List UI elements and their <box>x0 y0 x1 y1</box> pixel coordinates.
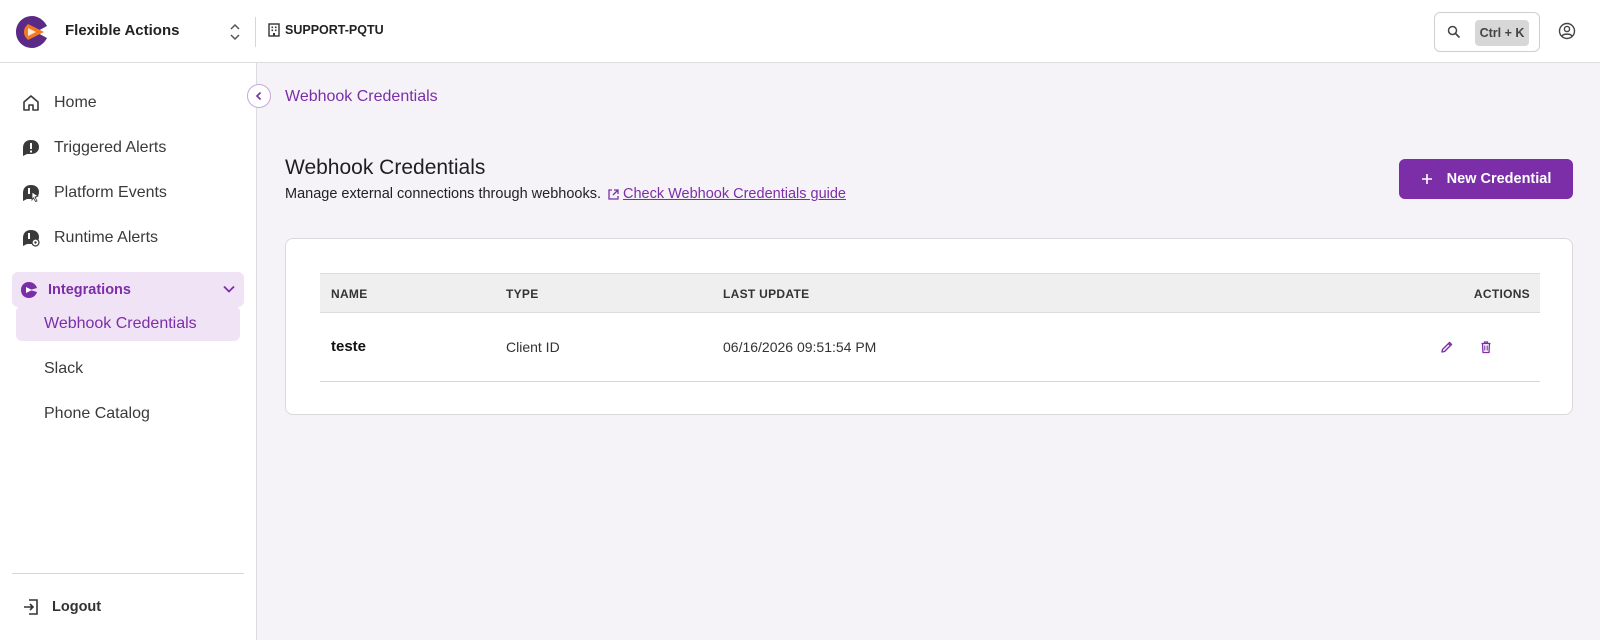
sidebar-divider <box>12 573 244 574</box>
app-name[interactable]: Flexible Actions <box>65 22 179 39</box>
sidebar-item-home[interactable]: Home <box>12 85 244 121</box>
edit-button[interactable] <box>1438 338 1456 356</box>
sidebar-item-phone-catalog[interactable]: Phone Catalog <box>16 396 240 431</box>
sidebar-item-label: Phone Catalog <box>44 404 150 422</box>
cell-name: teste <box>331 338 367 355</box>
trash-icon <box>1481 341 1491 354</box>
delete-button[interactable] <box>1477 338 1495 356</box>
column-header-name: NAME <box>331 287 368 301</box>
home-icon <box>20 92 42 114</box>
sidebar-item-label: Platform Events <box>54 184 167 201</box>
org-selector[interactable]: SUPPORT-PQTU <box>268 23 384 37</box>
sidebar-group-integrations[interactable]: Integrations <box>12 272 244 307</box>
sidebar-item-label: Triggered Alerts <box>54 139 167 156</box>
subtitle-text: Manage external connections through webh… <box>285 186 601 202</box>
sidebar-item-slack[interactable]: Slack <box>16 351 240 386</box>
column-header-last-update: LAST UPDATE <box>723 287 810 301</box>
cell-type: Client ID <box>506 339 560 355</box>
header-divider <box>255 17 256 47</box>
sidebar-item-label: Runtime Alerts <box>54 229 159 246</box>
integrations-icon <box>18 279 40 301</box>
search-button[interactable]: Ctrl + K <box>1434 12 1540 52</box>
guide-link-label: Check Webhook Credentials guide <box>622 186 846 202</box>
app-switcher-chevron-icon[interactable] <box>228 21 242 43</box>
logout-icon <box>20 596 42 618</box>
sidebar-item-label: Slack <box>44 359 84 377</box>
event-icon <box>20 182 42 204</box>
table-row: teste Client ID 06/16/2026 09:51:54 PM <box>320 313 1540 382</box>
chevron-left-icon <box>255 91 262 101</box>
new-credential-label: New Credential <box>1446 171 1552 187</box>
credentials-card: NAME TYPE LAST UPDATE ACTIONS teste Clie… <box>285 238 1573 415</box>
collapse-sidebar-button[interactable] <box>247 84 271 108</box>
sidebar-group-label: Integrations <box>48 281 131 298</box>
org-name: SUPPORT-PQTU <box>285 23 384 37</box>
guide-link[interactable]: Check Webhook Credentials guide <box>607 186 846 202</box>
logout-button[interactable]: Logout <box>12 589 244 625</box>
column-header-type: TYPE <box>506 287 539 301</box>
search-icon <box>1447 25 1461 39</box>
page-subtitle: Manage external connections through webh… <box>285 186 846 202</box>
sidebar-item-webhook-credentials[interactable]: Webhook Credentials <box>16 306 240 341</box>
sidebar-item-triggered-alerts[interactable]: Triggered Alerts <box>12 130 244 166</box>
search-shortcut-badge: Ctrl + K <box>1475 20 1529 46</box>
building-icon <box>268 23 280 37</box>
runtime-alert-icon <box>20 227 42 249</box>
sidebar-item-platform-events[interactable]: Platform Events <box>12 175 244 211</box>
sidebar: Home Triggered Alerts Platform Events Ru… <box>0 63 257 640</box>
main-content: Webhook Credentials Webhook Credentials … <box>257 63 1600 640</box>
alert-icon <box>20 137 42 159</box>
plus-icon <box>1421 174 1432 184</box>
external-link-icon <box>607 188 620 201</box>
sidebar-item-label: Webhook Credentials <box>44 314 197 332</box>
pencil-icon <box>1441 341 1453 353</box>
sidebar-item-label: Home <box>54 94 97 111</box>
account-icon[interactable] <box>1558 22 1576 40</box>
breadcrumb[interactable]: Webhook Credentials <box>285 88 438 106</box>
cell-last-update: 06/16/2026 09:51:54 PM <box>723 339 877 355</box>
table-header: NAME TYPE LAST UPDATE ACTIONS <box>320 273 1540 313</box>
column-header-actions: ACTIONS <box>1473 287 1530 301</box>
chevron-down-icon <box>223 285 235 293</box>
new-credential-button[interactable]: New Credential <box>1399 159 1573 199</box>
app-logo-icon[interactable] <box>14 14 50 50</box>
top-bar: Flexible Actions SUPPORT-PQTU Ctrl + K <box>0 0 1600 63</box>
page-title: Webhook Credentials <box>285 156 486 179</box>
sidebar-item-runtime-alerts[interactable]: Runtime Alerts <box>12 220 244 256</box>
logout-label: Logout <box>52 599 102 615</box>
